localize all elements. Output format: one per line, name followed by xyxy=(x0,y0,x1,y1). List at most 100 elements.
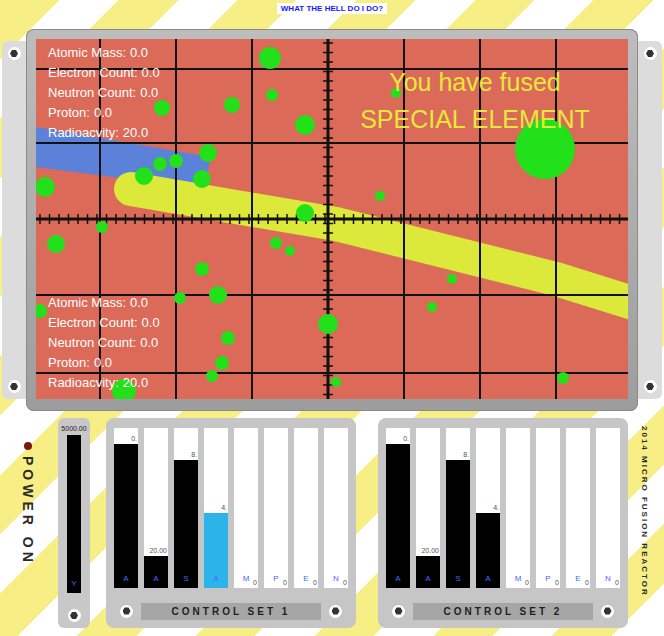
particle xyxy=(193,170,211,188)
axis-tick xyxy=(400,214,402,224)
axis-tick xyxy=(220,214,222,224)
slider[interactable]: 4.A xyxy=(476,428,500,588)
slider[interactable]: 0E xyxy=(566,428,590,588)
axis-tick xyxy=(334,214,336,224)
grid-line xyxy=(36,372,628,374)
axis-tick xyxy=(448,214,450,224)
slider[interactable]: 0P xyxy=(264,428,288,588)
control-set: 0.A20.00A8.S4.A0M0P0E0NCONTROL SET 2 xyxy=(378,418,628,628)
axis-tick xyxy=(323,61,333,63)
slider-label: N xyxy=(596,574,620,584)
slider-fill xyxy=(114,444,138,588)
stat-text: Neutron Count:0.0 xyxy=(48,335,158,350)
particle xyxy=(199,144,217,162)
slider[interactable]: 0M xyxy=(234,428,258,588)
slider[interactable]: 0.A xyxy=(114,428,138,588)
particle xyxy=(195,262,209,276)
slider[interactable]: 0.A xyxy=(386,428,410,588)
axis-tick xyxy=(267,214,269,224)
axis-tick xyxy=(533,214,535,224)
slider-reading: 0 xyxy=(525,578,529,587)
reactor-screen: Atomic Mass:0.0Electron Count:0.0Neutron… xyxy=(36,39,628,399)
fusion-message: You have fused xyxy=(389,68,560,96)
slider-label: A xyxy=(204,574,228,584)
axis-tick xyxy=(571,214,573,224)
axis-tick xyxy=(323,223,333,225)
slider[interactable]: 0P xyxy=(536,428,560,588)
particle xyxy=(224,97,240,113)
axis-tick xyxy=(590,214,592,224)
axis-tick xyxy=(323,204,333,206)
particle xyxy=(285,246,295,256)
axis-tick xyxy=(315,214,317,224)
stat-text: Atomic Mass:0.0 xyxy=(48,45,148,60)
screw-hex-icon xyxy=(646,383,654,391)
slider[interactable]: 8.S xyxy=(446,428,470,588)
axis-tick xyxy=(543,214,545,224)
axis-tick xyxy=(229,214,231,224)
slider[interactable]: 0N xyxy=(596,428,620,588)
slider-reading: 0 xyxy=(253,578,257,587)
control-set: 0.A20.00A8.S4.A0M0P0E0NCONTROL SET 1 xyxy=(106,418,356,628)
stat-text: Proton:0.0 xyxy=(48,105,112,120)
particle xyxy=(135,167,153,185)
axis-tick xyxy=(562,214,564,224)
axis-tick xyxy=(323,156,333,158)
control-set-title: CONTROL SET 1 xyxy=(141,603,321,620)
axis-tick xyxy=(182,214,184,224)
axis-tick xyxy=(39,214,41,224)
control-deck: POWER ON5000.00Y0.A20.00A8.S4.A0M0P0E0NC… xyxy=(0,418,664,630)
particle xyxy=(206,370,218,382)
slider-fill xyxy=(174,460,198,588)
axis-tick xyxy=(486,214,488,224)
axis-tick xyxy=(323,251,333,253)
slider-reading: 0. xyxy=(403,434,409,443)
axis-tick xyxy=(323,375,333,377)
axis-tick xyxy=(323,90,333,92)
slider[interactable]: 20.00A xyxy=(416,428,440,588)
screw-hex-icon xyxy=(395,607,403,615)
axis-tick xyxy=(77,214,79,224)
screw-hex-icon xyxy=(10,383,18,391)
axis-tick xyxy=(343,214,345,224)
slider-row: 0.A20.00A8.S4.A0M0P0E0N xyxy=(386,428,620,588)
stat-text: Atomic Mass:0.0 xyxy=(48,295,148,310)
axis-tick xyxy=(323,71,333,73)
power-meter-label: Y xyxy=(67,579,81,589)
particle xyxy=(259,47,281,69)
axis-tick xyxy=(609,214,611,224)
slider[interactable]: 0N xyxy=(324,428,348,588)
slider-label: E xyxy=(566,574,590,584)
particle xyxy=(36,177,55,197)
power-meter[interactable]: Y xyxy=(67,435,81,593)
slider-label: A xyxy=(144,574,168,584)
slider-label: A xyxy=(416,574,440,584)
axis-tick xyxy=(581,214,583,224)
help-link[interactable]: WHAT THE HELL DO I DO? xyxy=(277,3,387,14)
slider-label: A xyxy=(476,574,500,584)
slider-reading: 20.00 xyxy=(149,546,167,555)
slider-fill xyxy=(446,460,470,588)
axis-tick xyxy=(201,214,203,224)
slider[interactable]: 0M xyxy=(506,428,530,588)
slider-label: E xyxy=(294,574,318,584)
slider[interactable]: 0E xyxy=(294,428,318,588)
axis-tick xyxy=(87,214,89,224)
axis-tick xyxy=(323,337,333,339)
particle xyxy=(221,331,235,345)
axis-tick xyxy=(505,214,507,224)
axis-tick xyxy=(323,109,333,111)
particle xyxy=(318,314,338,334)
screw-hex-icon xyxy=(332,607,340,615)
slider[interactable]: 20.00 A xyxy=(144,428,168,588)
control-set-footer: CONTROL SET 2 xyxy=(386,600,620,622)
slider-reading: 4. xyxy=(221,503,227,512)
slider[interactable]: 4. A xyxy=(204,428,228,588)
axis-tick xyxy=(172,214,174,224)
slider-reading: 8. xyxy=(191,450,197,459)
slider[interactable]: 8.S xyxy=(174,428,198,588)
particle xyxy=(154,100,170,116)
axis-tick xyxy=(68,214,70,224)
stat-text: Radioacvity:20.0 xyxy=(48,125,148,140)
axis-tick xyxy=(323,365,333,367)
